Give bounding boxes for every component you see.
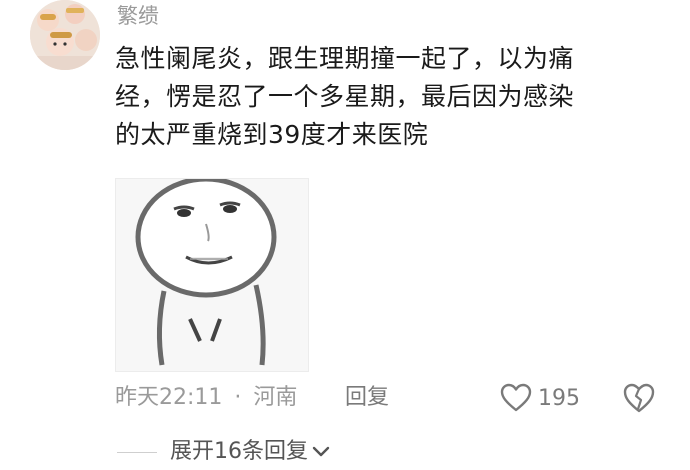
expand-replies-button[interactable]: 展开16条回复	[170, 437, 330, 467]
meme-image[interactable]	[115, 176, 309, 372]
dislike-button[interactable]	[622, 381, 656, 415]
expand-divider	[117, 452, 157, 453]
like-button[interactable]: 195	[500, 381, 580, 415]
meta-separator: ·	[234, 385, 242, 410]
reply-button[interactable]: 回复	[345, 383, 389, 413]
broken-heart-icon	[623, 383, 655, 413]
expand-replies-label: 展开16条回复	[170, 439, 308, 464]
like-count: 195	[538, 385, 580, 411]
comment-text-line: 的太严重烧到39度才来医院	[115, 120, 429, 149]
comment-location: 河南	[253, 385, 298, 410]
username[interactable]: 繁缋	[117, 2, 159, 30]
avatar[interactable]	[30, 0, 100, 70]
comment-time: 昨天22:11	[115, 385, 223, 410]
avatar-image	[30, 0, 100, 70]
comment-text-line: 急性阑尾炎，跟生理期撞一起了，以为痛	[115, 44, 575, 73]
comment-item: 繁缋 急性阑尾炎，跟生理期撞一起了，以为痛 经，愣是忍了一个多星期，最后因为感染…	[0, 0, 690, 470]
chevron-down-icon	[312, 446, 330, 457]
comment-text: 急性阑尾炎，跟生理期撞一起了，以为痛 经，愣是忍了一个多星期，最后因为感染 的太…	[115, 40, 655, 154]
meme-face-drawing	[116, 176, 308, 371]
comment-text-line: 经，愣是忍了一个多星期，最后因为感染	[115, 82, 575, 111]
comment-meta: 昨天22:11 · 河南	[115, 383, 297, 413]
heart-outline-icon	[500, 383, 532, 412]
